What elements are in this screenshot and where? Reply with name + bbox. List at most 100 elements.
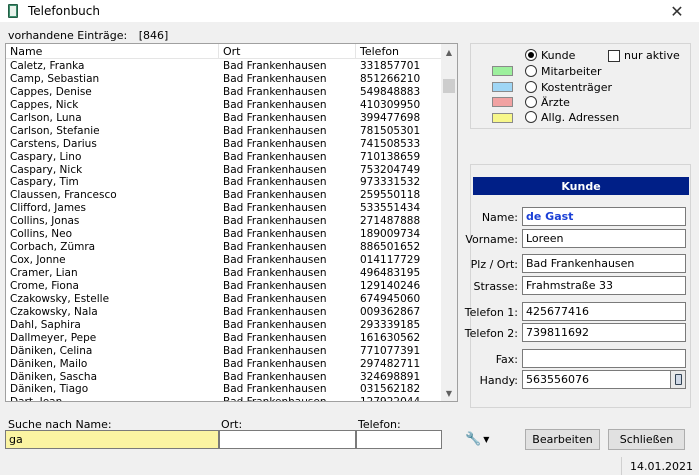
radio-aerzte[interactable]: Ärzte [525, 95, 570, 109]
cell-telefon: 399477698 [360, 111, 421, 124]
cell-name: Dahl, Saphira [10, 318, 81, 331]
table-row[interactable]: Cappes, Nick Bad Frankenhausen 410309950 [6, 99, 442, 112]
table-row[interactable]: Collins, Jonas Bad Frankenhausen 271487888 [6, 215, 442, 228]
edit-button[interactable]: Bearbeiten [525, 429, 600, 450]
cell-ort: Bad Frankenhausen [223, 72, 327, 85]
table-row[interactable]: Crome, Fiona Bad Frankenhausen 129140246 [6, 280, 442, 293]
cell-telefon: 161630562 [360, 331, 421, 344]
table-row[interactable]: Cox, Jonne Bad Frankenhausen 014117729 [6, 254, 442, 267]
table-row[interactable]: Caspary, Lino Bad Frankenhausen 710138659 [6, 151, 442, 164]
close-button[interactable]: Schließen [608, 429, 685, 450]
table-row[interactable]: Caletz, Franka Bad Frankenhausen 331857701 [6, 60, 442, 73]
table-row[interactable]: Carlson, Stefanie Bad Frankenhausen 781505… [6, 125, 442, 138]
cell-telefon: 031562182 [360, 383, 421, 396]
vorname-field[interactable]: Loreen [522, 229, 686, 248]
search-ort-input[interactable] [219, 430, 356, 449]
cell-telefon: 009362867 [360, 305, 421, 318]
strasse-field[interactable]: Frahmstraße 33 [522, 276, 686, 295]
vorname-label: Vorname: [465, 233, 518, 246]
table-row[interactable]: Czakowsky, Estelle Bad Frankenhausen 67494… [6, 293, 442, 306]
handy-field[interactable]: 563556076 [522, 370, 671, 389]
cell-name: Camp, Sebastian [10, 72, 100, 85]
table-row[interactable]: Camp, Sebastian Bad Frankenhausen 85126621… [6, 73, 442, 86]
cell-name: Carlson, Stefanie [10, 124, 100, 137]
search-name-input[interactable]: ga [5, 430, 219, 449]
column-header-ort[interactable]: Ort [219, 44, 356, 59]
cell-ort: Bad Frankenhausen [223, 189, 327, 202]
telefon1-label: Telefon 1: [464, 306, 518, 319]
telefon1-field[interactable]: 425677416 [522, 302, 686, 321]
cell-name: Däniken, Sascha [10, 370, 98, 383]
table-row[interactable]: Caspary, Tim Bad Frankenhausen 973331532 [6, 176, 442, 189]
table-row[interactable]: Collins, Neo Bad Frankenhausen 189009734 [6, 228, 442, 241]
cell-name: Crome, Fiona [10, 279, 79, 292]
close-window-button[interactable]: ✕ [655, 0, 699, 22]
cell-telefon: 324698891 [360, 370, 421, 383]
radio-kostentraeger-circle[interactable] [525, 81, 537, 93]
table-row[interactable]: Däniken, Sascha Bad Frankenhausen 32469889… [6, 371, 442, 384]
table-row[interactable]: Czakowsky, Nala Bad Frankenhausen 00936286… [6, 306, 442, 319]
cell-name: Däniken, Mailo [10, 357, 88, 370]
cell-telefon: 127922044 [356, 396, 442, 401]
table-row[interactable]: Dallmeyer, Pepe Bad Frankenhausen 16163056… [6, 332, 442, 345]
cell-name: Collins, Jonas [10, 215, 80, 228]
cell-name: Collins, Neo [10, 228, 73, 241]
table-row[interactable]: Cappes, Denise Bad Frankenhausen 549848883 [6, 86, 442, 99]
name-label: Name: [481, 211, 518, 224]
cell-telefon: 753204749 [360, 163, 421, 176]
only-active-label: nur aktive [624, 49, 680, 62]
table-row[interactable]: Corbach, Zümra Bad Frankenhausen 886501652 [6, 241, 442, 254]
only-active-box[interactable] [608, 49, 620, 62]
table-row[interactable]: Carlson, Luna Bad Frankenhausen 399477698 [6, 112, 442, 125]
contact-list[interactable]: Name Ort Telefon Caletz, Franka Bad Frank… [5, 43, 458, 402]
scroll-up-icon[interactable]: ▲ [441, 44, 457, 60]
table-row[interactable]: Däniken, Tiago Bad Frankenhausen 031562182 [6, 383, 442, 396]
title-bar: Telefonbuch ✕ [0, 0, 699, 22]
column-header-name[interactable]: Name [6, 44, 219, 59]
radio-allg-adressen[interactable]: Allg. Adressen [525, 110, 619, 124]
table-row[interactable]: Caspary, Nick Bad Frankenhausen 753204749 [6, 164, 442, 177]
cell-ort: Bad Frankenhausen [223, 150, 327, 163]
cell-ort: Bad Frankenhausen [223, 163, 327, 176]
radio-mitarbeiter-circle[interactable] [525, 65, 537, 77]
entries-count: [846] [138, 29, 169, 42]
radio-aerzte-label: Ärzte [541, 95, 570, 109]
table-row[interactable]: Cramer, Lian Bad Frankenhausen 496483195 [6, 267, 442, 280]
entries-label: vorhandene Einträge: [8, 29, 128, 42]
cell-name: Dart, Jean [6, 396, 219, 401]
table-row[interactable]: Dahl, Saphira Bad Frankenhausen 293339185 [6, 319, 442, 332]
column-header-telefon[interactable]: Telefon [356, 44, 442, 59]
only-active-checkbox[interactable]: nur aktive [608, 49, 680, 62]
radio-mitarbeiter[interactable]: Mitarbeiter [525, 64, 602, 78]
tools-menu-button[interactable]: 🔧 ▼ [465, 431, 493, 447]
list-header: Name Ort Telefon [6, 44, 442, 59]
cell-telefon: 189009734 [360, 228, 421, 241]
table-row[interactable]: Clifford, James Bad Frankenhausen 53355143… [6, 202, 442, 215]
radio-kostentraeger[interactable]: Kostenträger [525, 80, 612, 94]
tools-icon: 🔧 [465, 431, 482, 447]
cell-name: Cox, Jonne [10, 254, 66, 267]
strasse-label: Strasse: [473, 280, 519, 293]
table-row[interactable]: Däniken, Mailo Bad Frankenhausen 297482711 [6, 358, 442, 371]
table-row[interactable]: Carstens, Darius Bad Frankenhausen 7415085… [6, 138, 442, 151]
fax-field[interactable] [522, 349, 686, 368]
radio-kunde-circle[interactable] [525, 49, 537, 61]
radio-allg-adressen-circle[interactable] [525, 111, 537, 123]
search-telefon-input[interactable] [356, 430, 442, 449]
phone-icon[interactable] [670, 370, 686, 389]
swatch-aerzte [492, 97, 513, 107]
cell-ort: Bad Frankenhausen [223, 383, 327, 396]
plz-ort-field[interactable]: Bad Frankenhausen [522, 254, 686, 273]
cell-name: Caspary, Lino [10, 150, 82, 163]
cell-ort: Bad Frankenhausen [223, 254, 327, 267]
scroll-thumb[interactable] [443, 79, 455, 93]
radio-kunde[interactable]: Kunde [525, 48, 575, 62]
table-row[interactable]: Dart, JeanBad Frankenhausen127922044 [6, 396, 442, 401]
cell-name: Caletz, Franka [10, 60, 85, 72]
radio-aerzte-circle[interactable] [525, 96, 537, 108]
telefon2-field[interactable]: 739811692 [522, 323, 686, 342]
table-row[interactable]: Däniken, Celina Bad Frankenhausen 77107739… [6, 345, 442, 358]
name-field[interactable]: de Gast [522, 207, 686, 226]
table-row[interactable]: Claussen, Francesco Bad Frankenhausen 2595… [6, 189, 442, 202]
scroll-down-icon[interactable]: ▼ [441, 385, 457, 401]
